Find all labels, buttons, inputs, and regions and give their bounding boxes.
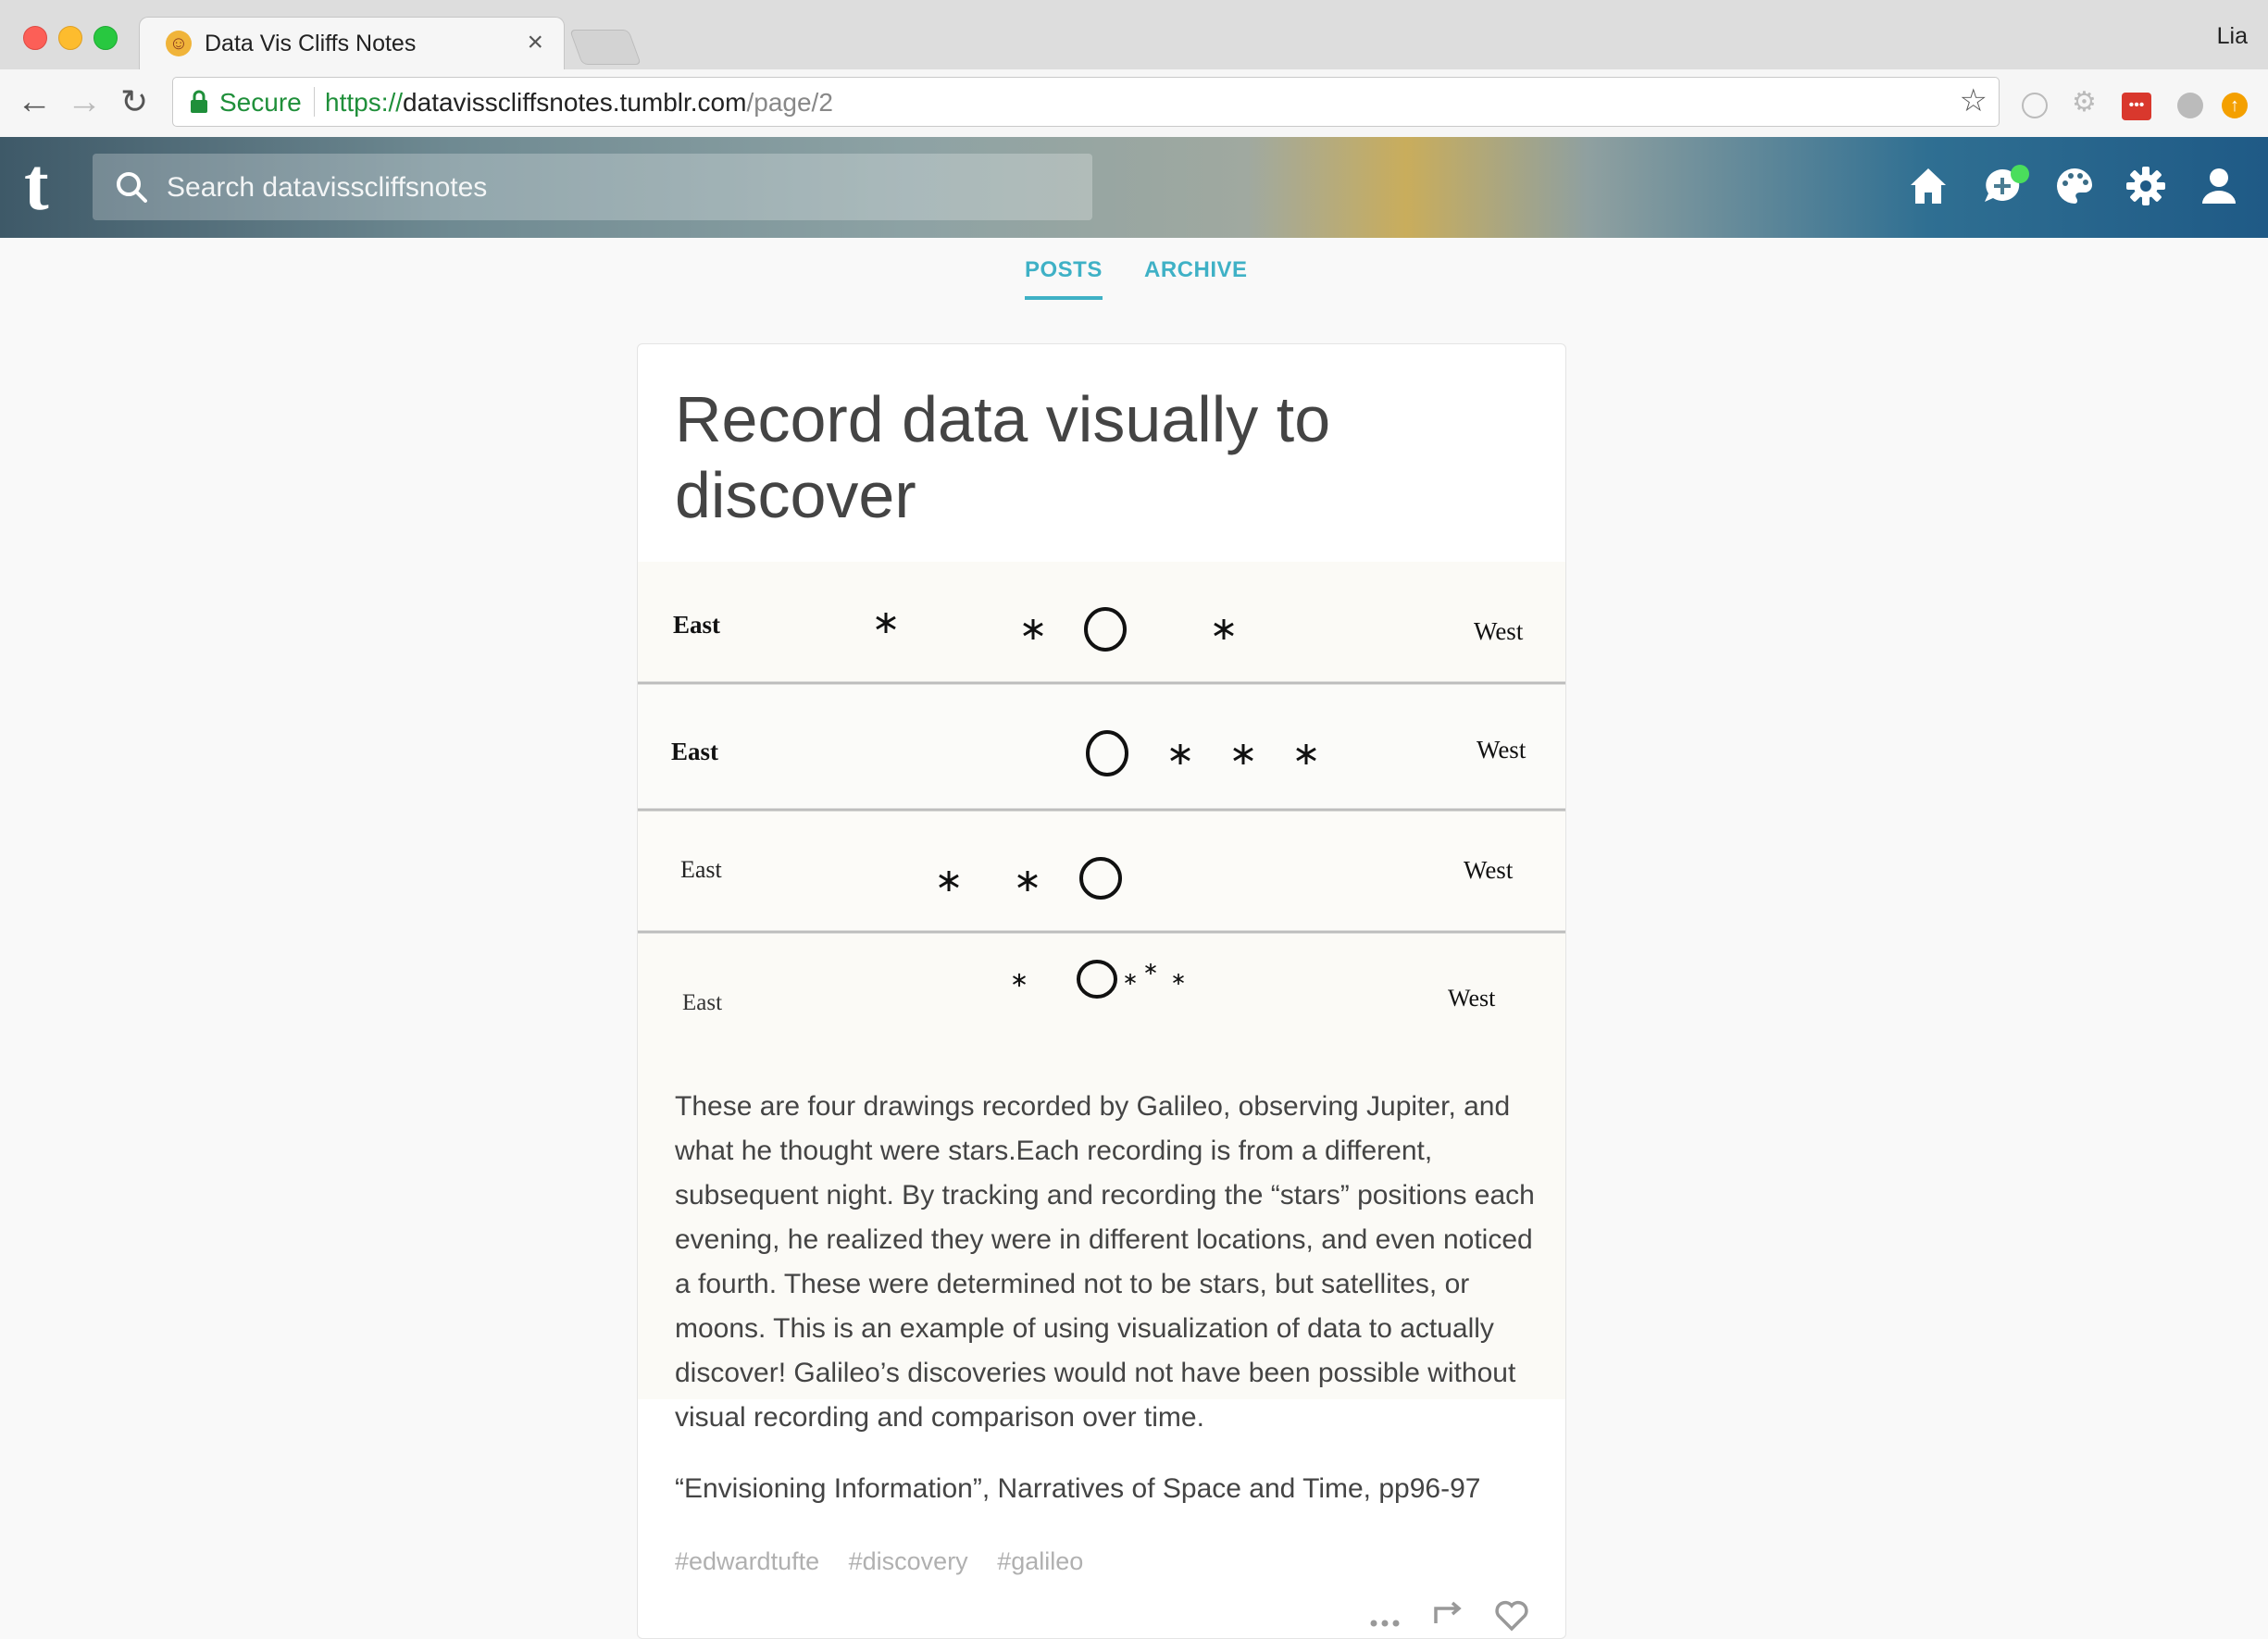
extension-moon-icon[interactable] [2177, 93, 2203, 118]
secure-label: Secure [219, 88, 302, 117]
east-label: East [673, 611, 720, 639]
tab-posts[interactable]: POSTS [1025, 257, 1103, 300]
minimize-window-button[interactable] [58, 26, 82, 50]
tag-link[interactable]: #galileo [997, 1547, 1083, 1575]
more-options-icon[interactable] [1366, 1596, 1403, 1633]
profile-name[interactable]: Lia [2217, 23, 2248, 50]
post-card: Record data visually to discover East We… [637, 343, 1566, 1639]
forward-arrow-icon[interactable]: → [67, 79, 102, 125]
address-divider [314, 87, 315, 117]
maximize-window-button[interactable] [93, 26, 118, 50]
east-label: East [680, 856, 723, 883]
post-actions [1344, 1596, 1530, 1637]
close-window-button[interactable] [23, 26, 47, 50]
browser-tab-active[interactable]: ☺ Data Vis Cliffs Notes × [139, 17, 565, 69]
home-icon[interactable] [1907, 165, 1950, 207]
settings-gear-icon[interactable] [2125, 165, 2167, 207]
tag-link[interactable]: #discovery [849, 1547, 968, 1575]
tab-title: Data Vis Cliffs Notes [205, 31, 417, 56]
extension-update-icon[interactable]: ↑ [2222, 93, 2248, 118]
address-bar[interactable]: Secure https://datavisscliffsnotes.tumbl… [172, 77, 2000, 127]
west-label: West [1448, 985, 1496, 1012]
browser-titlebar: ☺ Data Vis Cliffs Notes × Lia [0, 0, 2268, 69]
favicon-icon: ☺ [166, 31, 192, 56]
drawing-row-3 [638, 812, 1565, 930]
notification-dot [2011, 165, 2029, 183]
account-icon[interactable] [2198, 165, 2240, 207]
east-label: East [671, 738, 718, 765]
west-label: West [1474, 617, 1524, 645]
like-heart-icon[interactable] [1493, 1596, 1530, 1633]
palette-icon[interactable] [2053, 165, 2096, 207]
new-tab-button[interactable] [569, 30, 642, 65]
post-body: These are four drawings recorded by Gali… [675, 1091, 1535, 1433]
extension-circle-icon[interactable] [2022, 93, 2048, 118]
extension-lastpass-icon[interactable]: ••• [2122, 93, 2151, 120]
lock-icon [191, 90, 207, 113]
reblog-icon[interactable] [1430, 1596, 1467, 1633]
east-label: East [682, 990, 722, 1015]
post-title: Record data visually to discover [675, 383, 1331, 531]
drawing-row-1 [638, 562, 1565, 682]
bookmark-star-icon[interactable]: ☆ [1960, 82, 1988, 119]
tumblr-header: t Search datavisscliffsnotes [0, 137, 2268, 238]
tab-close-icon[interactable]: × [527, 27, 543, 58]
post-tags: #edwardtufte #discovery #galileo [675, 1547, 1105, 1576]
search-icon [117, 172, 147, 203]
drawing-row-2 [638, 685, 1565, 809]
reload-icon[interactable]: ↻ [120, 79, 148, 125]
url-scheme: https:// [325, 88, 404, 117]
back-arrow-icon[interactable]: ← [17, 79, 52, 125]
tumblr-logo[interactable]: t [24, 148, 49, 222]
browser-toolbar: ← → ↻ Secure https://datavisscliffsnotes… [0, 69, 2268, 138]
url-path: /page/2 [746, 88, 833, 117]
search-input[interactable]: Search datavisscliffsnotes [93, 154, 1092, 220]
west-label: West [1464, 856, 1514, 884]
search-placeholder: Search datavisscliffsnotes [167, 172, 488, 203]
post-citation: “Envisioning Information”, Narratives of… [675, 1473, 1481, 1504]
extension-gear-icon[interactable]: ⚙ [2072, 86, 2097, 118]
url-text[interactable]: https://datavisscliffsnotes.tumblr.com/p… [325, 88, 833, 118]
url-host: datavisscliffsnotes.tumblr.com [403, 88, 747, 117]
tab-archive[interactable]: ARCHIVE [1144, 257, 1248, 283]
tag-link[interactable]: #edwardtufte [675, 1547, 819, 1575]
west-label: West [1477, 736, 1527, 764]
